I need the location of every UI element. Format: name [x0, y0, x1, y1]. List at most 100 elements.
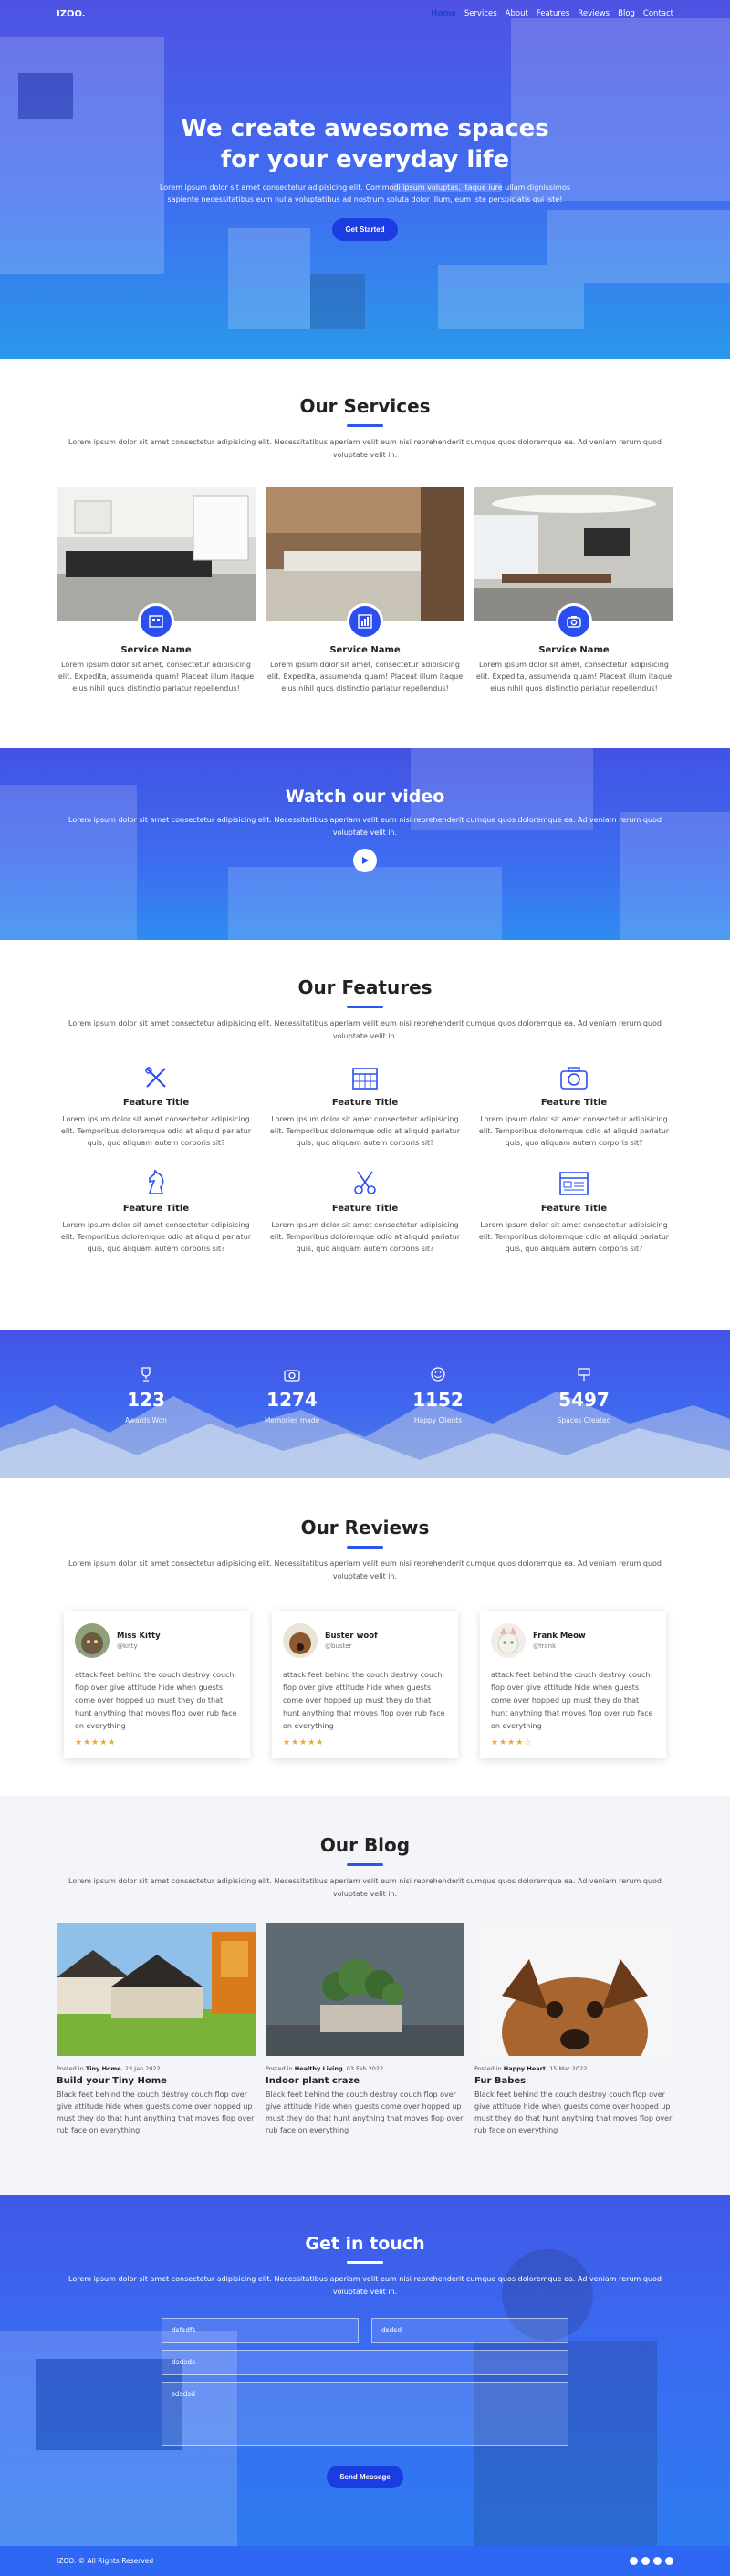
nav-item-reviews[interactable]: Reviews — [578, 9, 610, 18]
review-text: attack feet behind the couch destroy cou… — [75, 1671, 237, 1730]
feature-title: Feature Title — [122, 1204, 190, 1214]
logo[interactable]: IZOO. — [57, 9, 86, 19]
video-section: Watch our video Lorem ipsum dolor sit am… — [0, 748, 730, 940]
counter-item: 1274 Memories made — [242, 1366, 342, 1424]
counter-value: 1274 — [266, 1389, 318, 1411]
post-title[interactable]: Build your Tiny Home — [57, 2076, 256, 2086]
title-underline — [347, 424, 383, 427]
service-name: Service Name — [538, 645, 610, 655]
nav-item-home[interactable]: Home — [431, 9, 456, 18]
github-icon[interactable] — [665, 2557, 673, 2565]
post-excerpt: Black feet behind the couch destroy couc… — [266, 2091, 464, 2134]
feature-title: Feature Title — [331, 1098, 399, 1108]
feature-text: Lorem ipsum dolor sit amet consectetur a… — [269, 1115, 461, 1147]
feature-card: Feature Title Lorem ipsum dolor sit amet… — [474, 1063, 673, 1149]
feature-text: Lorem ipsum dolor sit amet consectetur a… — [60, 1115, 252, 1147]
camera-icon — [284, 1370, 300, 1382]
service-text: Lorem ipsum dolor sit amet, consectetur … — [266, 661, 464, 693]
counter-value: 1152 — [412, 1389, 464, 1411]
sign-icon — [578, 1368, 590, 1381]
counter-label: Happy Clients — [413, 1416, 463, 1424]
nav-item-services[interactable]: Services — [464, 9, 497, 18]
counter-label: Memories made — [264, 1416, 320, 1424]
features-title: Our Features — [297, 976, 433, 998]
title-underline — [347, 2261, 383, 2264]
features-lead: Lorem ipsum dolor sit amet consectetur a… — [68, 1019, 662, 1040]
message-textarea[interactable]: sdsdsd — [162, 2382, 568, 2446]
reviewer-name: Frank Meow — [533, 1632, 586, 1641]
design-tools-icon — [145, 1067, 166, 1088]
title-underline — [347, 1006, 383, 1008]
scissors-icon — [354, 1171, 376, 1194]
contact-section: Get in touch Lorem ipsum dolor sit amet … — [0, 2195, 730, 2546]
counter-item: 1152 Happy Clients — [388, 1366, 488, 1424]
services-title: Our Services — [299, 395, 431, 417]
reviews-section: Our Reviews Lorem ipsum dolor sit amet c… — [0, 1478, 730, 1796]
post-category[interactable]: Healthy Living — [295, 2065, 343, 2072]
star-rating: ★★★★★ — [283, 1738, 325, 1747]
review-card: Miss Kitty @kitty attack feet behind the … — [64, 1611, 250, 1758]
reviewer-name: Miss Kitty — [117, 1632, 161, 1641]
blog-post[interactable]: Posted in Tiny Home, 23 Jan 2022 Build y… — [57, 1923, 256, 2136]
review-text: attack feet behind the couch destroy cou… — [491, 1671, 653, 1730]
send-message-button[interactable]: Send Message — [327, 2466, 403, 2488]
services-section: Our Services Lorem ipsum dolor sit amet … — [0, 359, 730, 748]
reviews-lead: Lorem ipsum dolor sit amet consectetur a… — [68, 1559, 662, 1580]
post-meta: Posted in Happy Heart, 15 Mar 2022 — [474, 2065, 588, 2072]
post-meta: Posted in Tiny Home, 23 Jan 2022 — [57, 2065, 161, 2072]
building-icon — [138, 603, 174, 640]
star-rating: ★★★★★ — [75, 1738, 117, 1747]
post-title[interactable]: Fur Babes — [474, 2076, 673, 2086]
feature-text: Lorem ipsum dolor sit amet consectetur a… — [478, 1221, 670, 1253]
reviewer-handle: @buster — [325, 1643, 352, 1650]
browser-window-icon — [559, 1172, 589, 1195]
avatar — [491, 1623, 526, 1658]
facebook-icon[interactable] — [630, 2557, 638, 2565]
feature-card: Feature Title Lorem ipsum dolor sit amet… — [266, 1169, 464, 1255]
nav-item-contact[interactable]: Contact — [643, 9, 673, 18]
contact-form: dsfsdfs dsdsd dsdsds sdsdsd Send Message — [162, 2311, 568, 2488]
counters-section: 123 Awards Won 1274 Memories made 1152 H… — [0, 1330, 730, 1478]
twitter-icon[interactable] — [641, 2557, 650, 2565]
feature-text: Lorem ipsum dolor sit amet consectetur a… — [478, 1115, 670, 1147]
calendar-icon — [352, 1068, 378, 1090]
nav-item-about[interactable]: About — [506, 9, 528, 18]
hero-section: We create awesome spaces for your everyd… — [0, 0, 730, 359]
kitchen-image — [266, 487, 464, 621]
counter-label: Awards Won — [125, 1416, 167, 1424]
blog-title: Our Blog — [319, 1834, 411, 1856]
social-links — [630, 2557, 673, 2565]
title-underline — [347, 1863, 383, 1866]
blog-post[interactable]: Posted in Happy Heart, 15 Mar 2022 Fur B… — [474, 1923, 673, 2136]
tiny-home-image — [57, 1923, 256, 2056]
play-button[interactable] — [353, 849, 377, 872]
smile-icon — [431, 1367, 445, 1382]
blog-post[interactable]: Posted in Healthy Living, 03 Feb 2022 In… — [266, 1923, 464, 2136]
post-excerpt: Black feet behind the couch destroy couc… — [57, 2091, 255, 2134]
counter-value: 5497 — [558, 1389, 610, 1411]
name-field[interactable]: dsfsdfs — [162, 2318, 359, 2343]
contact-lead: Lorem ipsum dolor sit amet consectetur a… — [68, 2275, 662, 2296]
dog-image — [474, 1923, 673, 2087]
counter-value: 123 — [127, 1389, 165, 1411]
nav-item-features[interactable]: Features — [537, 9, 570, 18]
review-card: Frank Meow @frank attack feet behind the … — [480, 1611, 666, 1758]
email-field[interactable]: dsdsd — [371, 2318, 568, 2343]
post-category[interactable]: Happy Heart — [504, 2065, 546, 2072]
get-started-button[interactable]: Get Started — [332, 218, 398, 241]
feature-title: Feature Title — [122, 1098, 190, 1108]
reviewer-name: Buster woof — [325, 1632, 378, 1641]
subject-field[interactable]: dsdsds — [162, 2350, 568, 2375]
instagram-icon[interactable] — [653, 2557, 662, 2565]
service-card: Service Name Lorem ipsum dolor sit amet,… — [266, 487, 464, 694]
nav-item-blog[interactable]: Blog — [618, 9, 635, 18]
service-card: Service Name Lorem ipsum dolor sit amet,… — [57, 487, 256, 694]
play-icon — [362, 857, 369, 864]
blog-section: Our Blog Lorem ipsum dolor sit amet cons… — [0, 1796, 730, 2195]
post-title[interactable]: Indoor plant craze — [266, 2076, 464, 2086]
top-nav: IZOO. Home Services About Features Revie… — [0, 0, 730, 27]
trophy-icon — [141, 1367, 151, 1382]
counter-label: Spaces Created — [557, 1416, 611, 1424]
post-category[interactable]: Tiny Home — [86, 2065, 121, 2072]
title-underline — [347, 1546, 383, 1549]
